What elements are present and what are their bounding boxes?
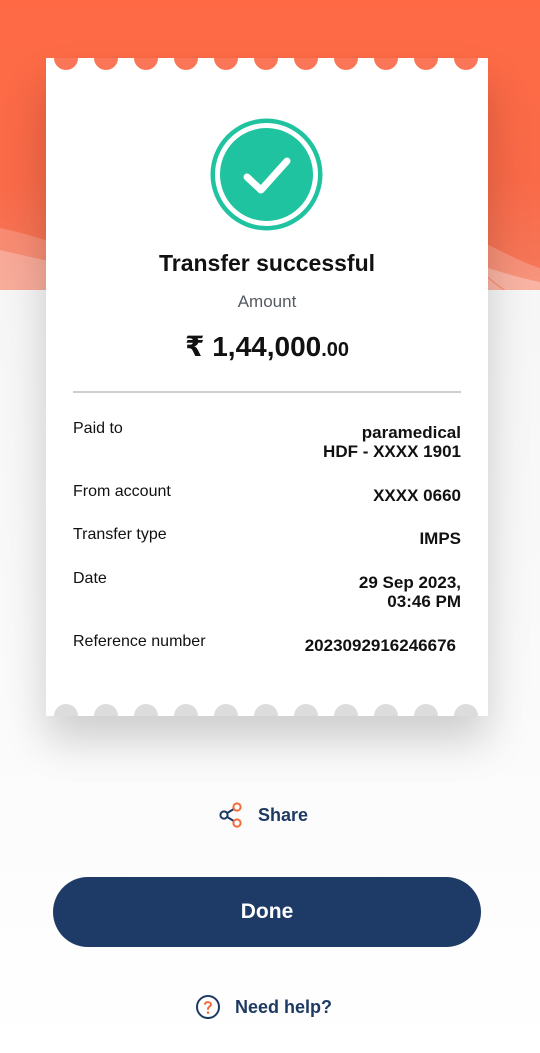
divider bbox=[73, 391, 461, 393]
transfer-receipt-screen: Transfer successful Amount ₹ 1,44,000.00… bbox=[0, 0, 540, 1053]
amount-main: ₹ 1,44,000 bbox=[184, 331, 322, 362]
paid-to-label: Paid to bbox=[73, 420, 123, 437]
check-circle-icon bbox=[210, 118, 323, 231]
page-title: Transfer successful bbox=[158, 250, 376, 276]
share-icon bbox=[219, 802, 242, 828]
question-circle-icon bbox=[196, 995, 220, 1019]
done-button[interactable]: Done bbox=[53, 877, 481, 947]
transfer-type-value: IMPS bbox=[419, 529, 461, 548]
from-account-label: From account bbox=[73, 483, 171, 500]
paid-to-value: paramedical HDF - XXXX 1901 bbox=[323, 423, 461, 461]
amount-label: Amount bbox=[237, 292, 297, 311]
share-label: Share bbox=[258, 804, 309, 825]
transfer-type-label: Transfer type bbox=[73, 526, 167, 543]
payee-account: HDF - XXXX 1901 bbox=[323, 442, 461, 461]
amount-decimal: .00 bbox=[321, 339, 350, 361]
date-line: 29 Sep 2023, bbox=[358, 573, 461, 592]
time-line: 03:46 PM bbox=[387, 592, 461, 611]
receipt-bottom-edge bbox=[54, 704, 478, 716]
date-value: 29 Sep 2023, 03:46 PM bbox=[359, 573, 461, 611]
reference-number-value: 2023092916246676 bbox=[304, 636, 456, 655]
need-help-label: Need help? bbox=[235, 996, 333, 1017]
date-label: Date bbox=[73, 570, 107, 587]
receipt-top-edge bbox=[54, 58, 478, 70]
need-help-link[interactable]: Need help? bbox=[195, 992, 332, 1022]
amount-value: ₹ 1,44,000.00 bbox=[46, 330, 488, 363]
share-button[interactable]: Share bbox=[218, 800, 308, 830]
from-account-value: XXXX 0660 bbox=[373, 486, 461, 505]
reference-number-label: Reference number bbox=[73, 633, 206, 650]
payee-name: paramedical bbox=[361, 423, 461, 442]
